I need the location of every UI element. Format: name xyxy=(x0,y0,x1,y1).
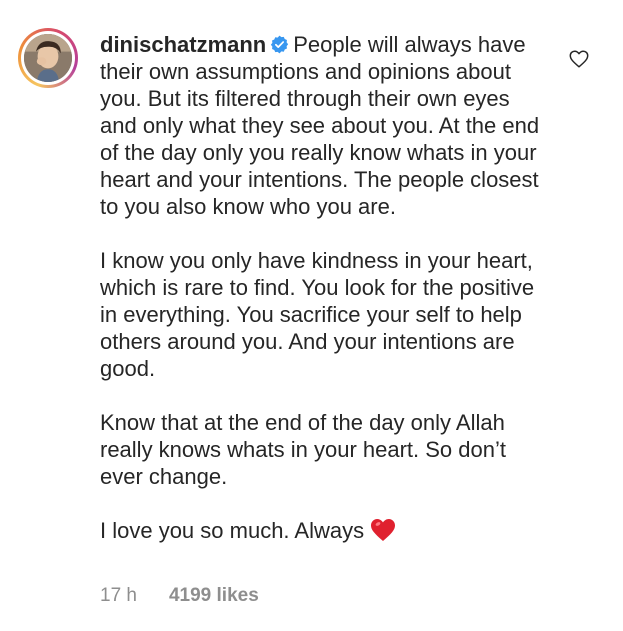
comment-meta: 17 h 4199 likes xyxy=(100,585,259,607)
comment-body: dinischatzmann People will always have th… xyxy=(100,31,550,544)
comment-text-4: I love you so much. Always xyxy=(100,518,365,543)
avatar xyxy=(24,34,72,82)
username-link[interactable]: dinischatzmann xyxy=(100,32,266,57)
verified-check-icon xyxy=(270,35,289,54)
comment-paragraph-4: I love you so much. Always xyxy=(100,517,550,544)
red-heart-emoji-icon xyxy=(370,518,396,542)
comment-paragraph-1: dinischatzmann People will always have th… xyxy=(100,31,550,220)
comment-text-1: People will always have their own assump… xyxy=(100,32,540,219)
comment: dinischatzmann People will always have th… xyxy=(0,0,623,631)
avatar-story-ring[interactable] xyxy=(18,28,78,88)
comment-paragraph-3: Know that at the end of the day only All… xyxy=(100,410,506,489)
avatar-image xyxy=(24,34,72,82)
heart-outline-icon xyxy=(569,50,589,68)
comment-paragraph-2: I know you only have kindness in your he… xyxy=(100,248,535,381)
comment-timestamp[interactable]: 17 h xyxy=(100,585,137,607)
like-button[interactable] xyxy=(568,48,590,70)
likes-count[interactable]: 4199 likes xyxy=(169,585,259,607)
